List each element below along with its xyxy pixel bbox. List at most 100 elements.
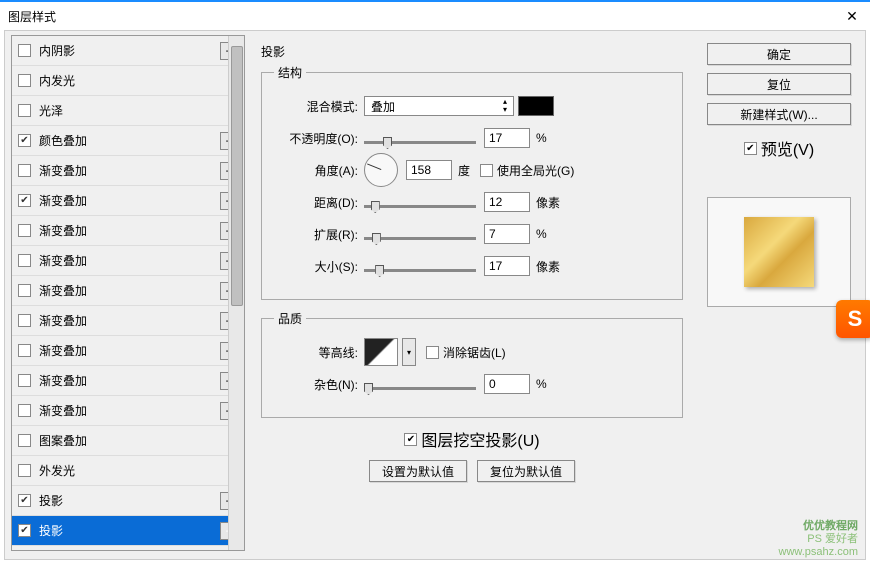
new-style-button[interactable]: 新建样式(W)...: [707, 103, 851, 125]
effect-label: 内阴影: [39, 42, 75, 59]
effect-row[interactable]: 渐变叠加+: [12, 276, 244, 306]
size-input[interactable]: 17: [484, 256, 530, 276]
structure-legend: 结构: [274, 64, 306, 81]
effect-label: 渐变叠加: [39, 342, 87, 359]
effect-checkbox[interactable]: [18, 134, 31, 147]
effect-checkbox[interactable]: [18, 44, 31, 57]
set-default-button[interactable]: 设置为默认值: [369, 460, 467, 482]
panel-title: 投影: [261, 43, 683, 60]
preview-checkbox[interactable]: [744, 142, 757, 155]
dropdown-arrows-icon: ▴▾: [503, 98, 507, 114]
titlebar: 图层样式 ✕: [0, 0, 870, 30]
size-unit: 像素: [536, 258, 560, 275]
sogou-ime-icon[interactable]: S: [836, 300, 870, 338]
effect-row[interactable]: 渐变叠加+: [12, 366, 244, 396]
effect-checkbox[interactable]: [18, 104, 31, 117]
effect-checkbox[interactable]: [18, 374, 31, 387]
effect-checkbox[interactable]: [18, 524, 31, 537]
effect-row[interactable]: 渐变叠加+: [12, 336, 244, 366]
effect-label: 渐变叠加: [39, 312, 87, 329]
noise-slider[interactable]: [364, 381, 476, 387]
effect-row[interactable]: 外发光: [12, 456, 244, 486]
opacity-input[interactable]: 17: [484, 128, 530, 148]
size-slider[interactable]: [364, 263, 476, 269]
effect-label: 渐变叠加: [39, 192, 87, 209]
quality-group: 品质 等高线: ▾ 消除锯齿(L) 杂色(N): 0 %: [261, 310, 683, 418]
spread-unit: %: [536, 227, 547, 241]
effect-checkbox[interactable]: [18, 164, 31, 177]
effect-label: 投影: [39, 492, 63, 509]
reset-default-button[interactable]: 复位为默认值: [477, 460, 575, 482]
contour-picker[interactable]: [364, 338, 398, 366]
effect-row[interactable]: 投影+: [12, 486, 244, 516]
angle-label: 角度(A):: [274, 162, 358, 179]
watermark: 优优教程网 PS 爱好者 www.psahz.com: [779, 520, 858, 559]
contour-label: 等高线:: [274, 344, 358, 361]
effect-checkbox[interactable]: [18, 344, 31, 357]
effect-row[interactable]: 内发光: [12, 66, 244, 96]
effect-label: 渐变叠加: [39, 282, 87, 299]
effect-checkbox[interactable]: [18, 314, 31, 327]
effect-checkbox[interactable]: [18, 404, 31, 417]
effect-checkbox[interactable]: [18, 284, 31, 297]
contour-dropdown[interactable]: ▾: [402, 338, 416, 366]
spread-label: 扩展(R):: [274, 226, 358, 243]
effect-label: 渐变叠加: [39, 252, 87, 269]
effect-label: 外发光: [39, 462, 75, 479]
effect-row[interactable]: 光泽: [12, 96, 244, 126]
antialias-checkbox[interactable]: [426, 346, 439, 359]
effect-label: 图案叠加: [39, 432, 87, 449]
global-light-label: 使用全局光(G): [497, 162, 574, 179]
structure-group: 结构 混合模式: 叠加 ▴▾ 不透明度(O): 17 % 角度(A): [261, 64, 683, 300]
global-light-checkbox[interactable]: [480, 164, 493, 177]
effect-checkbox[interactable]: [18, 194, 31, 207]
reset-button[interactable]: 复位: [707, 73, 851, 95]
scrollbar[interactable]: [228, 36, 244, 550]
scrollbar-thumb[interactable]: [231, 46, 243, 306]
effect-row[interactable]: 渐变叠加+: [12, 156, 244, 186]
knockout-checkbox[interactable]: [404, 433, 417, 446]
preview-swatch: [744, 217, 814, 287]
angle-dial[interactable]: [364, 153, 398, 187]
distance-input[interactable]: 12: [484, 192, 530, 212]
knockout-label: 图层挖空投影(U): [421, 427, 539, 451]
effect-row[interactable]: 投影+: [12, 516, 244, 546]
noise-input[interactable]: 0: [484, 374, 530, 394]
spread-input[interactable]: 7: [484, 224, 530, 244]
close-icon[interactable]: ✕: [842, 6, 862, 26]
angle-unit: 度: [458, 162, 470, 179]
opacity-label: 不透明度(O):: [274, 130, 358, 147]
effect-checkbox[interactable]: [18, 464, 31, 477]
color-swatch[interactable]: [518, 96, 554, 116]
distance-slider[interactable]: [364, 199, 476, 205]
window-title: 图层样式: [8, 8, 56, 25]
effects-list: 内阴影+内发光光泽颜色叠加+渐变叠加+渐变叠加+渐变叠加+渐变叠加+渐变叠加+渐…: [11, 35, 245, 551]
spread-slider[interactable]: [364, 231, 476, 237]
effect-label: 渐变叠加: [39, 162, 87, 179]
effect-checkbox[interactable]: [18, 254, 31, 267]
effect-row[interactable]: 渐变叠加+: [12, 306, 244, 336]
ok-button[interactable]: 确定: [707, 43, 851, 65]
opacity-unit: %: [536, 131, 547, 145]
effect-checkbox[interactable]: [18, 434, 31, 447]
layer-style-dialog: 图层样式 ✕ 内阴影+内发光光泽颜色叠加+渐变叠加+渐变叠加+渐变叠加+渐变叠加…: [0, 0, 870, 565]
effect-row[interactable]: 渐变叠加+: [12, 246, 244, 276]
effect-checkbox[interactable]: [18, 74, 31, 87]
effect-row[interactable]: 颜色叠加+: [12, 126, 244, 156]
effect-row[interactable]: 渐变叠加+: [12, 216, 244, 246]
blend-mode-dropdown[interactable]: 叠加 ▴▾: [364, 96, 514, 116]
effect-label: 内发光: [39, 72, 75, 89]
opacity-slider[interactable]: [364, 135, 476, 141]
angle-input[interactable]: 158: [406, 160, 452, 180]
noise-unit: %: [536, 377, 547, 391]
effect-checkbox[interactable]: [18, 494, 31, 507]
effect-row[interactable]: 图案叠加: [12, 426, 244, 456]
effect-row[interactable]: 内阴影+: [12, 36, 244, 66]
effect-checkbox[interactable]: [18, 224, 31, 237]
effect-label: 渐变叠加: [39, 372, 87, 389]
effect-row[interactable]: 渐变叠加+: [12, 396, 244, 426]
action-panel: 确定 复位 新建样式(W)... 预览(V): [699, 35, 859, 555]
effect-row[interactable]: 渐变叠加+: [12, 186, 244, 216]
effect-label: 颜色叠加: [39, 132, 87, 149]
effect-label: 投影: [39, 522, 63, 539]
